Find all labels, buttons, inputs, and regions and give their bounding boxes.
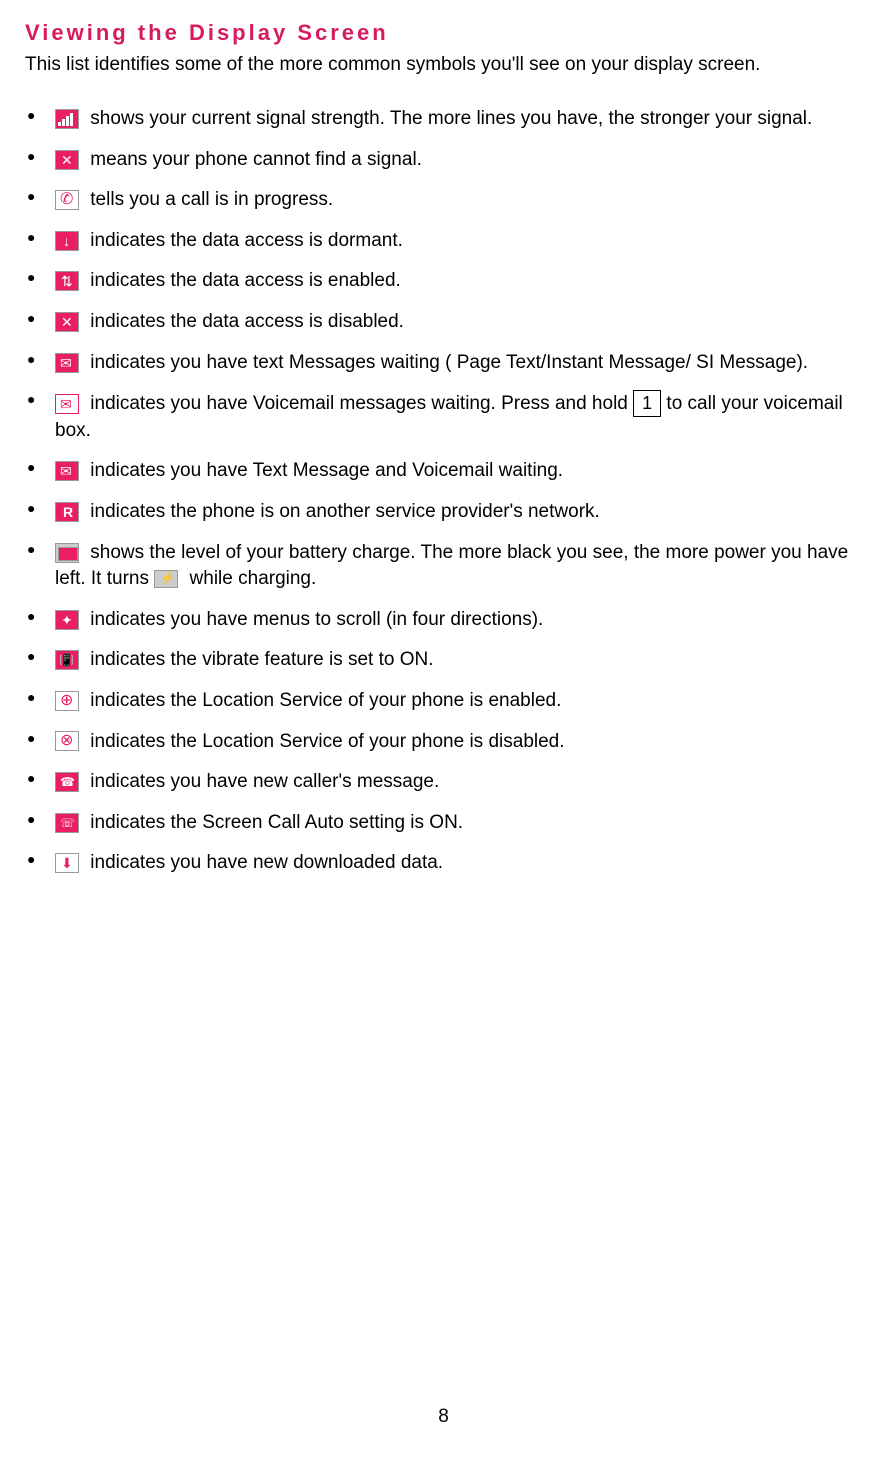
list-item: indicates the vibrate feature is set to … xyxy=(55,647,862,674)
item-text: shows your current signal strength. The … xyxy=(85,108,812,129)
item-text: indicates you have text Messages waiting… xyxy=(85,352,808,373)
item-text: indicates you have Text Message and Voic… xyxy=(85,460,563,481)
location-on-icon xyxy=(55,691,79,711)
list-item: shows your current signal strength. The … xyxy=(55,106,862,133)
list-item: indicates the Location Service of your p… xyxy=(55,688,862,715)
location-off-icon xyxy=(55,731,79,751)
list-item: indicates you have menus to scroll (in f… xyxy=(55,607,862,634)
intro-text: This list identifies some of the more co… xyxy=(25,54,862,76)
item-text: while charging. xyxy=(184,568,316,589)
item-text: indicates the phone is on another servic… xyxy=(85,501,600,522)
item-text: indicates the Screen Call Auto setting i… xyxy=(85,812,463,833)
text-messages-icon xyxy=(55,353,79,373)
voicemail-icon xyxy=(55,394,79,414)
item-text: tells you a call is in progress. xyxy=(85,189,333,210)
page-title: Viewing the Display Screen xyxy=(25,20,862,46)
item-text: indicates the vibrate feature is set to … xyxy=(85,649,434,670)
item-text: indicates the data access is enabled. xyxy=(85,270,401,291)
list-item: indicates you have Voicemail messages wa… xyxy=(55,390,862,444)
symbol-list: shows your current signal strength. The … xyxy=(25,106,862,877)
list-item: indicates the Location Service of your p… xyxy=(55,729,862,756)
data-dormant-icon xyxy=(55,231,79,251)
no-signal-icon xyxy=(55,150,79,170)
list-item: indicates you have new downloaded data. xyxy=(55,850,862,877)
item-text: indicates the data access is dormant. xyxy=(85,230,403,251)
text-voicemail-icon xyxy=(55,461,79,481)
list-item: indicates the data access is disabled. xyxy=(55,309,862,336)
key-1: 1 xyxy=(633,390,661,417)
item-text: indicates the Location Service of your p… xyxy=(85,690,561,711)
download-icon xyxy=(55,853,79,873)
item-text: indicates the Location Service of your p… xyxy=(85,731,565,752)
list-item: tells you a call is in progress. xyxy=(55,187,862,214)
battery-icon xyxy=(55,543,79,563)
item-text: indicates you have new caller's message. xyxy=(85,771,439,792)
list-item: indicates you have text Messages waiting… xyxy=(55,350,862,377)
charging-icon xyxy=(154,570,178,588)
scroll-icon xyxy=(55,610,79,630)
list-item: indicates you have Text Message and Voic… xyxy=(55,458,862,485)
roaming-icon xyxy=(55,502,79,522)
page-number: 8 xyxy=(438,1406,449,1428)
item-text: means your phone cannot find a signal. xyxy=(85,149,422,170)
list-item: means your phone cannot find a signal. xyxy=(55,147,862,174)
screen-call-icon xyxy=(55,813,79,833)
call-progress-icon xyxy=(55,190,79,210)
data-enabled-icon xyxy=(55,271,79,291)
data-disabled-icon xyxy=(55,312,79,332)
vibrate-icon xyxy=(55,650,79,670)
list-item: indicates the phone is on another servic… xyxy=(55,499,862,526)
item-text: indicates you have new downloaded data. xyxy=(85,852,443,873)
list-item: shows the level of your battery charge. … xyxy=(55,540,862,593)
caller-message-icon xyxy=(55,772,79,792)
item-text: indicates you have Voicemail messages wa… xyxy=(85,393,633,414)
signal-strength-icon xyxy=(55,109,79,129)
list-item: indicates you have new caller's message. xyxy=(55,769,862,796)
list-item: indicates the Screen Call Auto setting i… xyxy=(55,810,862,837)
list-item: indicates the data access is dormant. xyxy=(55,228,862,255)
item-text: indicates you have menus to scroll (in f… xyxy=(85,609,543,630)
item-text: indicates the data access is disabled. xyxy=(85,311,404,332)
list-item: indicates the data access is enabled. xyxy=(55,268,862,295)
